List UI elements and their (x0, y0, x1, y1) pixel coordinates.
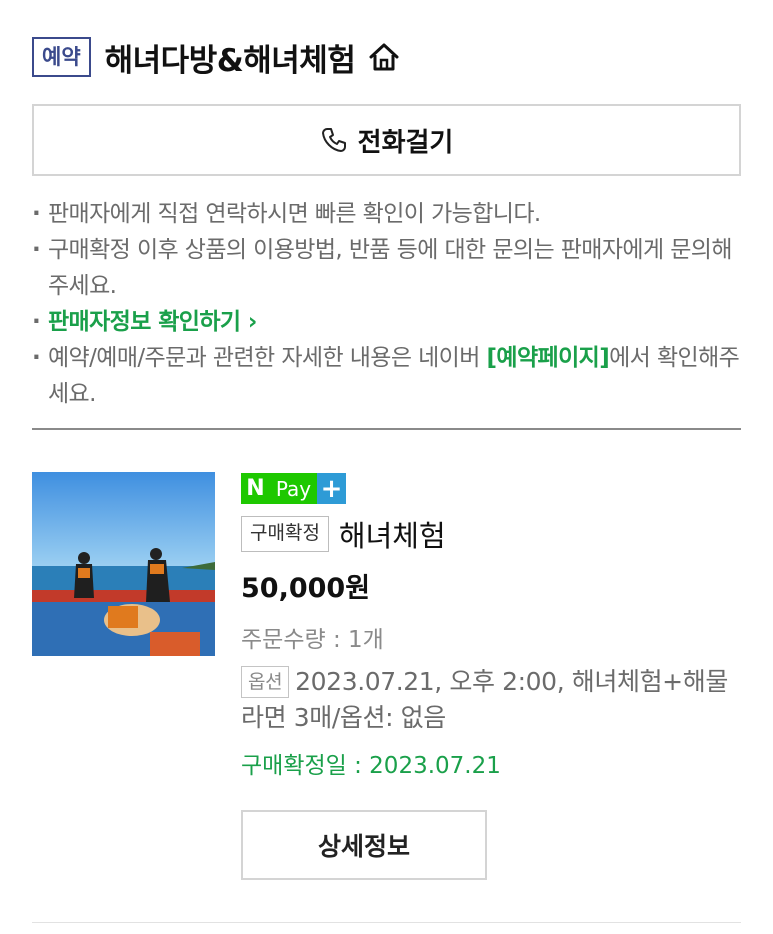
purchase-confirm-date: 구매확정일 : 2023.07.21 (241, 753, 501, 779)
plus-icon: + (317, 473, 346, 504)
notice-list: 판매자에게 직접 연락하시면 빠른 확인이 가능합니다. 구매확정 이후 상품의… (32, 196, 744, 412)
notice-item: 판매자에게 직접 연락하시면 빠른 확인이 가능합니다. (32, 196, 744, 232)
seller-info-link[interactable]: 판매자정보 확인하기 › (32, 304, 744, 340)
call-button[interactable]: 전화걸기 (32, 104, 741, 176)
bottom-divider (32, 922, 741, 923)
home-icon[interactable] (367, 40, 401, 74)
order-option: 옵션 2023.07.21, 오후 2:00, 해녀체험+해물라면 3매/옵션: … (241, 664, 741, 736)
detail-button-label: 상세정보 (317, 832, 410, 861)
chevron-right-icon: › (240, 309, 258, 335)
notice-text: 예약/예매/주문과 관련한 자세한 내용은 네이버 (48, 345, 487, 371)
order-status-row: 구매확정 해녀체험 (241, 513, 446, 555)
notice-item: 구매확정 이후 상품의 이용방법, 반품 등에 대한 문의는 판매자에게 문의해… (32, 232, 744, 304)
store-header: 예약 해녀다방&해녀체험 (32, 34, 401, 80)
order-quantity: 주문수량 : 1개 (241, 627, 384, 653)
notice-item: 예약/예매/주문과 관련한 자세한 내용은 네이버 [예약페이지]에서 확인해주… (32, 340, 744, 412)
reservation-page-link[interactable]: [예약페이지] (487, 345, 610, 371)
reservation-badge: 예약 (32, 37, 91, 77)
status-badge: 구매확정 (241, 516, 329, 552)
option-tag: 옵션 (241, 666, 290, 698)
product-thumbnail[interactable] (32, 472, 215, 656)
phone-icon (320, 126, 348, 154)
store-name[interactable]: 해녀다방&해녀체험 (105, 35, 356, 80)
naver-pay-badge: N Pay + (241, 473, 346, 504)
seller-info-link-label: 판매자정보 확인하기 (48, 309, 241, 335)
section-divider (32, 428, 741, 430)
option-text: 2023.07.21, 오후 2:00, 해녀체험+해물라면 3매/옵션: 없음 (241, 667, 728, 732)
naver-pay-label: Pay (270, 473, 317, 504)
price: 50,000원 (241, 573, 371, 604)
naver-n-icon: N (241, 473, 270, 504)
call-button-label: 전화걸기 (357, 127, 454, 158)
product-name[interactable]: 해녀체험 (339, 513, 446, 555)
detail-button[interactable]: 상세정보 (241, 810, 487, 880)
